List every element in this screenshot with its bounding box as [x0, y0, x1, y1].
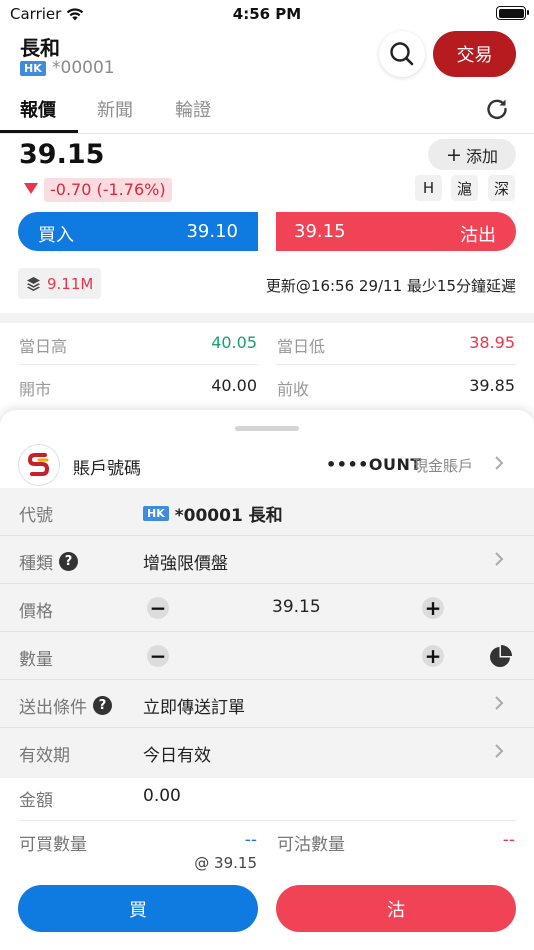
- buyable-qty-value: --: [244, 830, 257, 850]
- amount-row: 金額 0.00: [0, 776, 534, 820]
- search-button[interactable]: [379, 31, 425, 77]
- active-tab-indicator: [0, 130, 78, 133]
- code-value: HK *00001 長和: [143, 501, 283, 526]
- open-label: 開市: [19, 380, 52, 399]
- open-value: 40.00: [211, 376, 257, 395]
- sheet-grabber[interactable]: [235, 426, 299, 431]
- bid-price: 39.10: [186, 221, 238, 242]
- order-type-label-wrap: 種類 ?: [19, 549, 78, 574]
- update-timestamp: 更新@16:56 29/11 最少15分鐘延遲: [265, 277, 516, 295]
- buy-button[interactable]: 買: [18, 885, 258, 932]
- tab-warrants[interactable]: 輪證: [175, 96, 211, 122]
- condition-label: 送出條件: [19, 698, 87, 718]
- account-type: 現金賬戶: [413, 457, 474, 475]
- condition-label-wrap: 送出條件 ?: [19, 693, 112, 718]
- code-text: *00001 長和: [174, 506, 283, 526]
- bid-label: 買入: [38, 225, 74, 246]
- condition-value: 立即傳送訂單: [143, 698, 245, 718]
- add-label: 添加: [465, 146, 498, 166]
- price-input[interactable]: 39.15: [272, 597, 321, 617]
- tab-news[interactable]: 新聞: [97, 96, 133, 122]
- order-type-row[interactable]: 種類 ? 增強限價盤: [0, 536, 534, 584]
- trade-button[interactable]: 交易: [433, 31, 516, 77]
- sellable-qty-value: --: [502, 830, 515, 850]
- amount-value: 0.00: [143, 786, 181, 806]
- market-tag-h[interactable]: H: [415, 175, 442, 201]
- code-market-badge: HK: [143, 506, 169, 521]
- buyable-qty-label: 可買數量: [19, 835, 87, 855]
- plus-icon: +: [446, 143, 462, 166]
- battery-icon: [496, 6, 529, 20]
- broker-logo: [18, 444, 60, 486]
- price-increment-button[interactable]: +: [422, 597, 444, 619]
- volume-value: 9.11M: [47, 274, 94, 293]
- account-number: ••••OUNT: [326, 455, 422, 474]
- add-watchlist-button[interactable]: + 添加: [428, 139, 516, 170]
- code-row: 代號 HK *00001 長和: [0, 488, 534, 536]
- chevron-right-icon: [495, 456, 504, 470]
- day-low-value: 38.95: [469, 333, 515, 352]
- account-label: 賬戶號碼: [73, 459, 141, 479]
- prev-close-value: 39.85: [469, 376, 515, 395]
- validity-value: 今日有效: [143, 746, 211, 766]
- market-tag-sh[interactable]: 滬: [451, 175, 478, 201]
- ask-bar[interactable]: 39.15 沽出: [276, 212, 516, 251]
- ask-price: 39.15: [294, 221, 346, 242]
- price-row: 價格 − 39.15 +: [0, 584, 534, 632]
- quantity-row: 數量 − +: [0, 632, 534, 680]
- bid-bar[interactable]: 買入 39.10: [18, 212, 258, 251]
- refresh-icon[interactable]: [484, 96, 510, 122]
- pie-chart-icon[interactable]: [489, 644, 513, 668]
- ask-label: 沽出: [460, 225, 496, 246]
- help-icon[interactable]: ?: [59, 552, 78, 571]
- market-tag-sz[interactable]: 深: [488, 175, 515, 201]
- stock-code: *00001: [52, 58, 115, 78]
- order-type-label: 種類: [19, 554, 53, 574]
- condition-row[interactable]: 送出條件 ? 立即傳送訂單: [0, 680, 534, 728]
- chevron-right-icon: [495, 696, 504, 710]
- chevron-right-icon: [495, 552, 504, 566]
- market-badge: HK: [20, 61, 46, 76]
- stock-name: 長和: [20, 36, 60, 60]
- amount-divider: [18, 820, 516, 821]
- order-form: 代號 HK *00001 長和 種類 ? 增強限價盤 價格 − 39.15 + …: [0, 488, 534, 778]
- order-type-value: 增強限價盤: [143, 554, 228, 574]
- price-decrement-button[interactable]: −: [147, 597, 169, 619]
- code-label: 代號: [19, 506, 53, 526]
- search-icon: [390, 42, 414, 66]
- clock: 4:56 PM: [232, 5, 302, 23]
- validity-row[interactable]: 有效期 今日有效: [0, 728, 534, 776]
- amount-label: 金額: [19, 791, 53, 811]
- quantity-label: 數量: [19, 650, 53, 670]
- account-selector[interactable]: 賬戶號碼 ••••OUNT 現金賬戶: [0, 440, 534, 488]
- day-low-label: 當日低: [277, 337, 326, 356]
- quantity-increment-button[interactable]: +: [422, 645, 444, 667]
- stat-divider: [18, 364, 258, 365]
- last-price: 39.15: [19, 139, 105, 170]
- status-bar: Carrier 4:56 PM: [0, 0, 534, 28]
- stat-divider: [276, 364, 516, 365]
- chevron-right-icon: [495, 744, 504, 758]
- prev-close-label: 前收: [277, 380, 310, 399]
- down-arrow-icon: [24, 183, 38, 194]
- day-high-value: 40.05: [211, 333, 257, 352]
- price-label: 價格: [19, 602, 53, 622]
- volume-badge: 9.11M: [18, 268, 102, 299]
- validity-label: 有效期: [19, 746, 70, 766]
- section-divider: [0, 313, 534, 323]
- tab-bar: 報價 新聞 輪證: [0, 90, 534, 134]
- sellable-qty-label: 可沽數量: [277, 835, 345, 855]
- help-icon[interactable]: ?: [93, 696, 112, 715]
- buyable-at-price: @ 39.15: [194, 854, 257, 872]
- quantity-decrement-button[interactable]: −: [147, 645, 169, 667]
- sell-button[interactable]: 沽: [276, 885, 516, 932]
- price-change: -0.70 (-1.76%): [44, 178, 172, 202]
- order-sheet: 賬戶號碼 ••••OUNT 現金賬戶 代號 HK *00001 長和 種類 ? …: [0, 410, 534, 950]
- layers-icon: [27, 277, 40, 291]
- tab-quote[interactable]: 報價: [20, 96, 56, 122]
- day-high-label: 當日高: [19, 337, 68, 356]
